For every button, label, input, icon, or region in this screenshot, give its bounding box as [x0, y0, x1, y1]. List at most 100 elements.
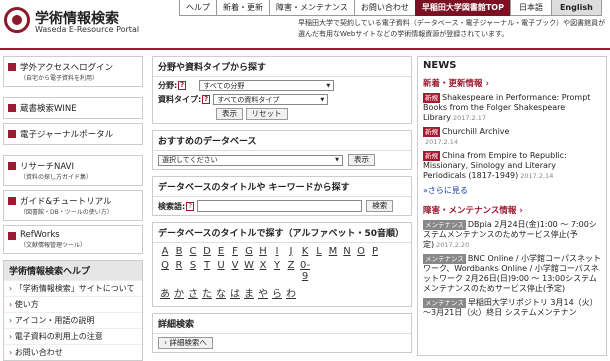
maint-badge: メンテナンス: [423, 254, 466, 264]
maint-item: メンテナンス DBpia 2月24日(金)1:00 ～ 7:00システムメンテナン…: [423, 220, 601, 250]
news-item: 新規 China from Empire to Republic: Mission…: [423, 151, 601, 181]
recommend-box: おすすめのデータベース 選択してください 表示: [152, 130, 412, 170]
sidebar-item-ejournal[interactable]: 電子ジャーナルポータル: [3, 123, 143, 145]
news-section-title[interactable]: 新着・更新情報 ›: [423, 77, 601, 89]
bullet-icon: [8, 104, 16, 112]
alpha-link[interactable]: C: [186, 246, 200, 257]
type-select[interactable]: すべての資料タイプ: [213, 94, 329, 105]
alpha-link[interactable]: H: [256, 246, 270, 257]
site-notice: 早稲田大学で契約している電子資料（データベース・電子ジャーナル・電子ブック）や図…: [298, 19, 606, 38]
alpha-link[interactable]: K: [298, 246, 312, 257]
alpha-link[interactable]: J: [284, 246, 298, 257]
alpha-kana-list: あかさたなはまやらわ: [158, 285, 393, 303]
alpha-link[interactable]: 0-9: [298, 260, 312, 282]
alpha-link[interactable]: F: [228, 246, 242, 257]
show-button[interactable]: 表示: [216, 108, 243, 120]
alpha-link[interactable]: W: [242, 260, 256, 282]
sidebar-item-refworks[interactable]: RefWorks （文献情報管理ツール）: [3, 225, 143, 254]
help-link-usage[interactable]: 使い方: [4, 296, 142, 312]
sidebar-item-label: 学外アクセスへログイン: [20, 63, 114, 73]
sidebar-item-label: リサーチNAVI: [20, 162, 74, 172]
alpha-link[interactable]: D: [200, 246, 214, 257]
recommend-select[interactable]: 選択してください: [158, 154, 343, 166]
recommend-show-button[interactable]: 表示: [348, 154, 375, 166]
nav-library-top[interactable]: 早稲田大学図書館TOP: [414, 0, 511, 16]
alpha-link[interactable]: Q: [158, 260, 172, 282]
nav-lang-en[interactable]: English: [550, 0, 602, 16]
alpha-link[interactable]: た: [200, 285, 214, 300]
keyword-title: データベースのタイトルや キーワードから探す: [153, 177, 411, 197]
nav-help[interactable]: ヘルプ: [179, 0, 217, 16]
alpha-link[interactable]: S: [186, 260, 200, 282]
alpha-link[interactable]: B: [172, 246, 186, 257]
keyword-search-button[interactable]: 検索: [366, 200, 394, 212]
help-link-about[interactable]: 「学術情報検索」サイトについて: [4, 280, 142, 296]
help-title: 学術情報検索ヘルプ: [4, 261, 142, 280]
alpha-link[interactable]: Y: [270, 260, 284, 282]
alpha-link[interactable]: T: [200, 260, 214, 282]
alpha-link[interactable]: な: [214, 285, 228, 300]
news-date: 2017.2.14: [520, 172, 554, 180]
help-icon[interactable]: ?: [178, 81, 187, 90]
alpha-link[interactable]: か: [172, 285, 186, 300]
alpha-link[interactable]: V: [228, 260, 242, 282]
maint-badge: メンテナンス: [423, 220, 466, 230]
top-nav: ヘルプ 新着・更新 障害・メンテナンス お問い合わせ 早稲田大学図書館TOP 日…: [179, 0, 602, 16]
sidebar-item-offcampus-login[interactable]: 学外アクセスへログイン （自宅から電子資料を利用）: [3, 56, 143, 87]
field-select[interactable]: すべての分野: [199, 80, 335, 91]
nav-lang-ja[interactable]: 日本語: [509, 0, 552, 16]
alpha-link[interactable]: わ: [284, 285, 298, 300]
nav-contact[interactable]: お問い合わせ: [353, 0, 416, 16]
alpha-link[interactable]: R: [172, 260, 186, 282]
maint-date: 2017.2.20: [436, 241, 470, 249]
sidebar-item-label: 蔵書検索WINE: [20, 104, 77, 114]
keyword-input[interactable]: [197, 200, 363, 212]
alpha-link[interactable]: E: [214, 246, 228, 257]
sidebar-item-sub: （資料の探し方ガイド集）: [20, 174, 93, 181]
alpha-title: データベースのタイトルで探す（アルファベット・50音順）: [153, 223, 411, 243]
alpha-link[interactable]: O: [354, 246, 368, 257]
alpha-link[interactable]: P: [368, 246, 382, 257]
sidebar-item-research-navi[interactable]: リサーチNAVI （資料の探し方ガイド集）: [3, 155, 143, 186]
news-more-link[interactable]: »さらに見る: [423, 185, 601, 196]
alpha-link[interactable]: L: [312, 246, 326, 257]
sidebar-item-sub: （文献情報管理ツール）: [20, 242, 87, 249]
nav-news[interactable]: 新着・更新: [216, 0, 270, 16]
alpha-link[interactable]: は: [228, 285, 242, 300]
sidebar-item-wine[interactable]: 蔵書検索WINE: [3, 97, 143, 119]
alpha-link[interactable]: さ: [186, 285, 200, 300]
help-icon[interactable]: ?: [202, 95, 211, 104]
maint-section-title[interactable]: 障害・メンテナンス情報 ›: [423, 204, 601, 216]
help-icon[interactable]: ?: [186, 201, 195, 211]
nav-maintenance[interactable]: 障害・メンテナンス: [269, 0, 355, 16]
alpha-link[interactable]: あ: [158, 285, 172, 300]
site-logo[interactable]: 学術情報検索 Waseda E-Resource Portal: [4, 4, 144, 38]
field-label: 分野:: [158, 81, 178, 90]
alpha-link[interactable]: や: [256, 285, 270, 300]
alpha-link[interactable]: M: [326, 246, 340, 257]
new-badge: 新規: [423, 93, 440, 103]
sidebar-item-guide[interactable]: ガイド&チュートリアル （図書館・DB・ツールの使い方）: [3, 190, 143, 221]
header-divider: [0, 48, 610, 50]
alpha-link[interactable]: U: [214, 260, 228, 282]
alpha-link[interactable]: ら: [270, 285, 284, 300]
news-link[interactable]: Shakespeare in Performance: Prompt Books…: [423, 93, 590, 122]
alpha-link[interactable]: Z: [284, 260, 298, 282]
alpha-link[interactable]: G: [242, 246, 256, 257]
sidebar-item-label: ガイド&チュートリアル: [20, 197, 112, 207]
reset-button[interactable]: リセット: [245, 108, 288, 120]
alpha-link[interactable]: I: [270, 246, 284, 257]
news-date: 2017.2.14: [425, 138, 459, 146]
detail-search-button[interactable]: › 詳細検索へ: [158, 337, 213, 349]
bullet-icon: [8, 162, 16, 170]
help-link-icons[interactable]: アイコン・用語の説明: [4, 312, 142, 328]
news-link[interactable]: Churchill Archive: [442, 127, 509, 136]
detail-title: 詳細検索: [153, 314, 411, 334]
alpha-link[interactable]: ま: [242, 285, 256, 300]
help-link-notes[interactable]: 電子資料の利用上の注意: [4, 328, 142, 344]
logo-mark-icon: [4, 7, 30, 33]
alpha-link[interactable]: X: [256, 260, 270, 282]
alpha-link[interactable]: A: [158, 246, 172, 257]
alpha-link[interactable]: N: [340, 246, 354, 257]
help-link-contact[interactable]: お問い合わせ: [4, 344, 142, 360]
